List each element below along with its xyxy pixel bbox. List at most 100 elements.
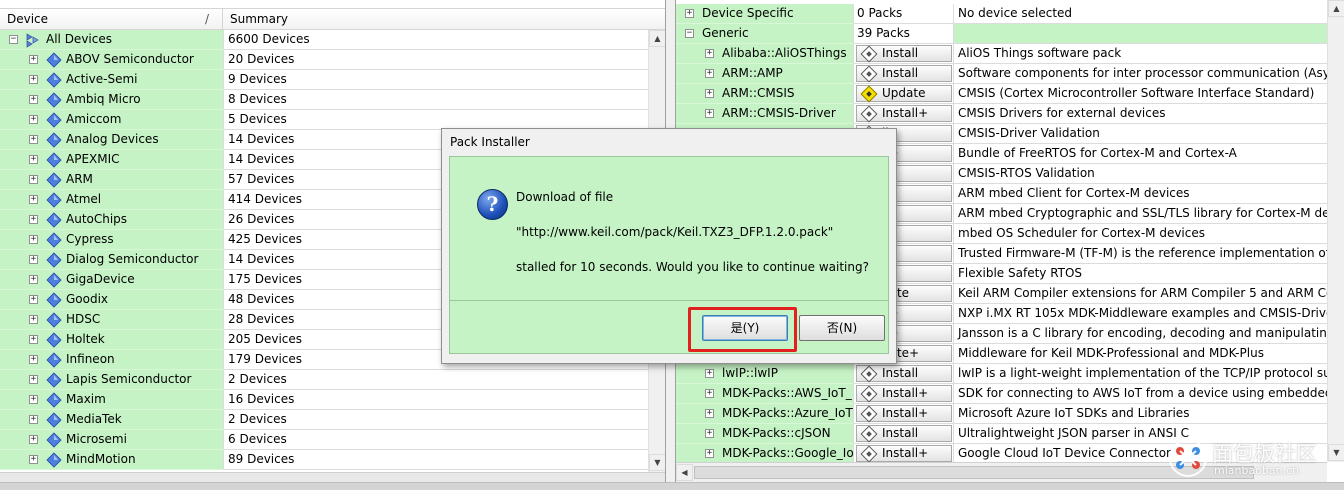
device-row[interactable]: − All Devices 6600 Devices [0,30,648,50]
pack-name-cell[interactable]: + MDK-Packs::Azure_IoT [676,404,853,424]
pack-row[interactable]: + MDK-Packs::Azure_IoT Install+ Microsof… [676,404,1327,424]
pack-action-button[interactable]: Install [856,65,952,83]
device-name-cell[interactable]: + Goodix [0,290,223,310]
expand-icon[interactable]: + [29,295,38,304]
pack-action-button[interactable]: Install [856,365,952,383]
summary-column-header[interactable]: Summary [223,9,665,29]
device-name-cell[interactable]: + Microsemi [0,430,223,450]
pack-name-cell[interactable]: + lwIP::lwIP [676,364,853,384]
expand-icon[interactable]: + [29,315,38,324]
expand-icon[interactable]: + [29,375,38,384]
device-row[interactable]: + MindMotion 89 Devices [0,450,648,470]
expand-icon[interactable]: + [29,75,38,84]
pack-name-cell[interactable]: + ARM::AMP [676,64,853,84]
pack-row[interactable]: + ARM::CMSIS Update CMSIS (Cortex Microc… [676,84,1327,104]
device-row[interactable]: + Lapis Semiconductor 2 Devices [0,370,648,390]
device-name-cell[interactable]: + AutoChips [0,210,223,230]
expand-icon[interactable]: + [705,409,714,418]
device-name-cell[interactable]: + Active-Semi [0,70,223,90]
pack-row[interactable]: − Generic 39 Packs [676,24,1327,44]
device-name-cell[interactable]: + Holtek [0,330,223,350]
packs-vertical-scrollbar[interactable]: ▲ ▼ [1327,0,1344,462]
pack-row[interactable]: + lwIP::lwIP Install lwIP is a light-wei… [676,364,1327,384]
expand-icon[interactable]: + [705,49,714,58]
expand-icon[interactable]: + [29,195,38,204]
expand-icon[interactable]: + [705,89,714,98]
pack-action-button[interactable]: Update [856,85,952,103]
expand-icon[interactable]: + [29,115,38,124]
device-row[interactable]: + MediaTek 2 Devices [0,410,648,430]
pack-row[interactable]: + Device Specific 0 Packs No device sele… [676,4,1327,24]
scroll-up-arrow-icon[interactable]: ▲ [649,30,665,47]
scroll-left-arrow-icon[interactable]: ◀ [676,464,693,481]
expand-icon[interactable]: + [705,369,714,378]
device-name-cell[interactable]: + Lapis Semiconductor [0,370,223,390]
pack-name-cell[interactable]: + MDK-Packs::AWS_IoT_... [676,384,863,404]
expand-icon[interactable]: + [705,69,714,78]
expand-icon[interactable]: + [29,355,38,364]
expand-icon[interactable]: + [29,255,38,264]
pack-row[interactable]: + MDK-Packs::AWS_IoT_... Install+ SDK fo… [676,384,1327,404]
no-button[interactable]: 否(N) [799,315,885,341]
device-name-cell[interactable]: + APEXMIC [0,150,223,170]
expand-icon[interactable]: + [29,335,38,344]
pack-name-cell[interactable]: + Device Specific [676,4,853,24]
pack-row[interactable]: + ARM::AMP Install Software components f… [676,64,1327,84]
pack-name-cell[interactable]: − Generic [676,24,853,44]
expand-icon[interactable]: + [29,135,38,144]
pack-name-cell[interactable]: + MDK-Packs::Google_Io... [676,444,865,464]
device-row[interactable]: + Active-Semi 9 Devices [0,70,648,90]
device-name-cell[interactable]: + MindMotion [0,450,223,470]
device-row[interactable]: + Ambiq Micro 8 Devices [0,90,648,110]
device-row[interactable]: + Maxim 16 Devices [0,390,648,410]
expand-icon[interactable]: + [705,429,714,438]
pack-action-button[interactable]: Install+ [856,405,952,423]
expand-icon[interactable]: + [29,175,38,184]
device-name-cell[interactable]: + Infineon [0,350,223,370]
device-row[interactable]: + ABOV Semiconductor 20 Devices [0,50,648,70]
collapse-icon[interactable]: − [9,35,18,44]
device-name-cell[interactable]: + HDSC [0,310,223,330]
pack-row[interactable]: + ARM::CMSIS-Driver Install+ CMSIS Drive… [676,104,1327,124]
pack-name-cell[interactable]: + ARM::CMSIS [676,84,853,104]
device-name-cell[interactable]: − All Devices [0,30,223,50]
device-row[interactable]: + Amiccom 5 Devices [0,110,648,130]
expand-icon[interactable]: + [29,435,38,444]
expand-icon[interactable]: + [29,455,38,464]
device-name-cell[interactable]: + Analog Devices [0,130,223,150]
pack-row[interactable]: + Alibaba::AliOSThings Install AliOS Thi… [676,44,1327,64]
expand-icon[interactable]: + [29,235,38,244]
pack-action-button[interactable]: Install+ [856,445,952,463]
device-name-cell[interactable]: + Maxim [0,390,223,410]
expand-icon[interactable]: + [29,155,38,164]
expand-icon[interactable]: + [705,449,714,458]
device-name-cell[interactable]: + MediaTek [0,410,223,430]
device-name-cell[interactable]: + Cypress [0,230,223,250]
expand-icon[interactable]: + [705,389,714,398]
device-row[interactable]: + Microsemi 6 Devices [0,430,648,450]
expand-icon[interactable]: + [685,9,694,18]
pack-action-button[interactable]: Install+ [856,105,952,123]
collapse-icon[interactable]: − [685,29,694,38]
device-name-cell[interactable]: + Atmel [0,190,223,210]
pack-name-cell[interactable]: + MDK-Packs::cJSON [676,424,853,444]
expand-icon[interactable]: + [29,395,38,404]
scroll-up-arrow-icon[interactable]: ▲ [1328,0,1344,17]
expand-icon[interactable]: + [29,275,38,284]
device-column-header[interactable]: Device [0,9,223,29]
device-tree-horizontal-scrollbar[interactable] [0,472,665,482]
expand-icon[interactable]: + [29,95,38,104]
device-name-cell[interactable]: + Amiccom [0,110,223,130]
device-name-cell[interactable]: + ARM [0,170,223,190]
expand-icon[interactable]: + [29,215,38,224]
scroll-down-arrow-icon[interactable]: ▼ [649,454,665,471]
pack-name-cell[interactable]: + ARM::CMSIS-Driver [676,104,853,124]
expand-icon[interactable]: + [29,55,38,64]
pack-action-button[interactable]: Install+ [856,385,952,403]
expand-icon[interactable]: + [29,415,38,424]
device-name-cell[interactable]: + Dialog Semiconductor [0,250,223,270]
device-name-cell[interactable]: + Ambiq Micro [0,90,223,110]
pack-action-button[interactable]: Install [856,45,952,63]
pack-name-cell[interactable]: + Alibaba::AliOSThings [676,44,853,64]
device-name-cell[interactable]: + GigaDevice [0,270,223,290]
